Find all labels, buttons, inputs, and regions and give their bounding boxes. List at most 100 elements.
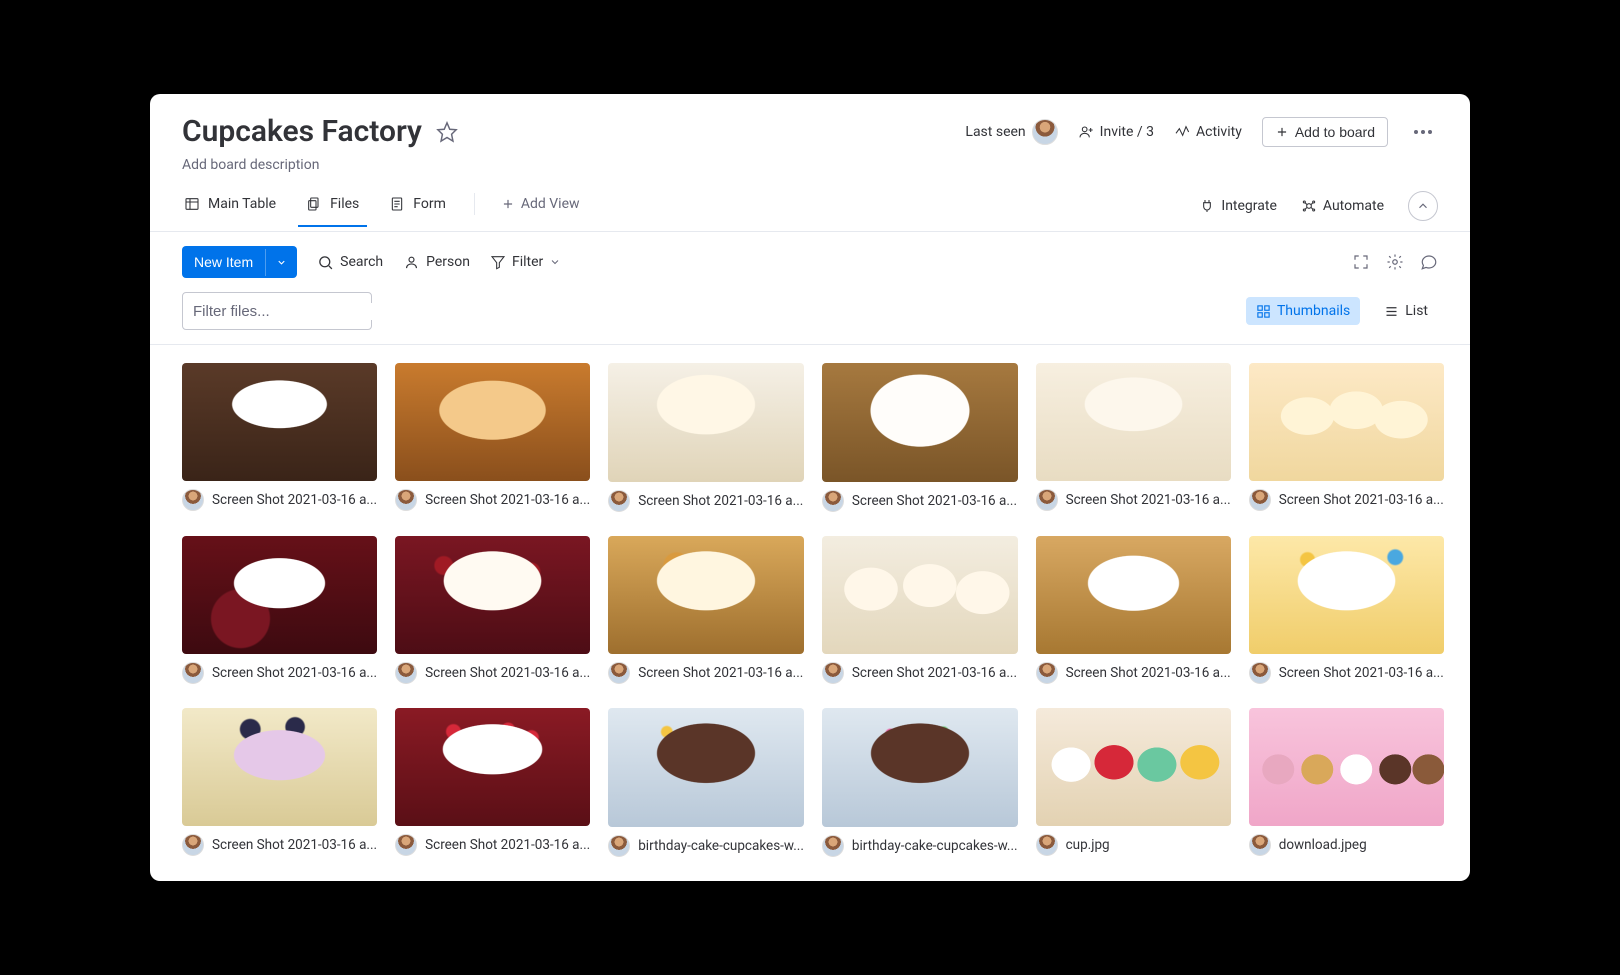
expand-icon	[1352, 253, 1370, 271]
integrate-button[interactable]: Integrate	[1199, 198, 1277, 214]
list-view-button[interactable]: List	[1374, 297, 1438, 325]
file-thumbnail[interactable]	[608, 708, 804, 826]
avatar	[608, 490, 630, 512]
avatar	[395, 662, 417, 684]
file-card[interactable]: Screen Shot 2021-03-16 a...	[395, 363, 590, 511]
activity-label: Activity	[1196, 124, 1242, 140]
header: Cupcakes Factory Last seen Invite / 3 Ac…	[150, 94, 1470, 173]
avatar	[1036, 662, 1058, 684]
file-thumbnail[interactable]	[182, 708, 377, 826]
view-tab-files[interactable]: Files	[304, 196, 361, 226]
file-card[interactable]: birthday-cake-cupcakes-w...	[822, 708, 1018, 856]
form-icon	[389, 196, 405, 212]
toolbar: New Item Search Person Filter	[150, 232, 1470, 292]
file-thumbnail[interactable]	[1036, 363, 1231, 481]
file-name: Screen Shot 2021-03-16 a...	[852, 493, 1017, 509]
file-card[interactable]: Screen Shot 2021-03-16 a...	[182, 536, 377, 684]
table-icon	[184, 196, 200, 212]
file-thumbnail[interactable]	[608, 363, 804, 481]
file-thumbnail[interactable]	[608, 536, 804, 654]
views-bar: Main Table Files Form Add View Integrate	[150, 191, 1470, 232]
activity-button[interactable]: Activity	[1174, 124, 1242, 140]
file-card[interactable]: Screen Shot 2021-03-16 a...	[182, 363, 377, 511]
file-name: Screen Shot 2021-03-16 a...	[1279, 492, 1444, 508]
star-icon[interactable]	[436, 121, 458, 143]
automate-icon	[1301, 198, 1317, 214]
file-thumbnail[interactable]	[1036, 708, 1231, 826]
file-card[interactable]: Screen Shot 2021-03-16 a...	[608, 363, 804, 511]
file-thumbnail[interactable]	[1036, 536, 1231, 654]
file-thumbnail[interactable]	[182, 363, 377, 481]
automate-button[interactable]: Automate	[1301, 198, 1384, 214]
gear-icon	[1386, 253, 1404, 271]
automate-label: Automate	[1323, 198, 1384, 214]
file-name: birthday-cake-cupcakes-w...	[638, 838, 804, 854]
search-label: Search	[340, 254, 383, 270]
expand-button[interactable]	[1352, 253, 1370, 271]
file-name: Screen Shot 2021-03-16 a...	[425, 837, 590, 853]
file-name: Screen Shot 2021-03-16 a...	[425, 665, 590, 681]
file-card[interactable]: Screen Shot 2021-03-16 a...	[822, 536, 1018, 684]
search-button[interactable]: Search	[317, 254, 383, 271]
file-card[interactable]: Screen Shot 2021-03-16 a...	[182, 708, 377, 856]
view-tab-form[interactable]: Form	[387, 196, 448, 226]
list-label: List	[1405, 303, 1428, 319]
integrate-label: Integrate	[1221, 198, 1277, 214]
file-thumbnail[interactable]	[395, 536, 590, 654]
avatar	[182, 834, 204, 856]
file-name: Screen Shot 2021-03-16 a...	[212, 837, 377, 853]
view-tab-label: Files	[330, 196, 359, 212]
filter-icon	[490, 254, 506, 270]
file-card[interactable]: download.jpeg	[1249, 708, 1444, 856]
file-name: Screen Shot 2021-03-16 a...	[1066, 492, 1231, 508]
more-menu-button[interactable]	[1408, 124, 1438, 140]
file-thumbnail[interactable]	[822, 536, 1018, 654]
file-name: Screen Shot 2021-03-16 a...	[638, 493, 803, 509]
file-thumbnail[interactable]	[822, 708, 1018, 826]
file-thumbnail[interactable]	[395, 708, 590, 826]
view-tab-label: Main Table	[208, 196, 276, 212]
avatar	[1249, 834, 1271, 856]
file-card[interactable]: Screen Shot 2021-03-16 a...	[1036, 363, 1231, 511]
add-view-button[interactable]: Add View	[501, 196, 580, 226]
comment-button[interactable]	[1420, 253, 1438, 271]
avatar	[395, 834, 417, 856]
file-card[interactable]: cup.jpg	[1036, 708, 1231, 856]
file-thumbnail[interactable]	[395, 363, 590, 481]
file-name: Screen Shot 2021-03-16 a...	[852, 665, 1017, 681]
collapse-button[interactable]	[1408, 191, 1438, 221]
file-card[interactable]: Screen Shot 2021-03-16 a...	[1036, 536, 1231, 684]
thumbnails-label: Thumbnails	[1277, 303, 1350, 319]
new-item-dropdown[interactable]	[265, 249, 297, 276]
new-item-button[interactable]: New Item	[182, 246, 297, 278]
settings-button[interactable]	[1386, 253, 1404, 271]
file-thumbnail[interactable]	[1249, 536, 1444, 654]
board-description[interactable]: Add board description	[182, 157, 1438, 173]
chevron-down-icon	[276, 257, 287, 268]
file-name: download.jpeg	[1279, 837, 1367, 853]
search-icon	[317, 254, 334, 271]
filter-files-input[interactable]	[193, 303, 392, 320]
avatar	[1036, 489, 1058, 511]
file-thumbnail[interactable]	[1249, 708, 1444, 826]
add-to-board-button[interactable]: Add to board	[1262, 117, 1388, 147]
person-filter-button[interactable]: Person	[403, 254, 470, 271]
files-icon	[306, 196, 322, 212]
filter-button[interactable]: Filter	[490, 254, 561, 270]
file-card[interactable]: Screen Shot 2021-03-16 a...	[1249, 363, 1444, 511]
view-tab-main-table[interactable]: Main Table	[182, 196, 278, 226]
file-card[interactable]: Screen Shot 2021-03-16 a...	[395, 708, 590, 856]
filter-files-input-wrap[interactable]	[182, 292, 372, 330]
file-thumbnail[interactable]	[1249, 363, 1444, 481]
file-card[interactable]: Screen Shot 2021-03-16 a...	[822, 363, 1018, 511]
invite-button[interactable]: Invite / 3	[1078, 124, 1154, 140]
file-thumbnail[interactable]	[182, 536, 377, 654]
file-card[interactable]: Screen Shot 2021-03-16 a...	[608, 536, 804, 684]
file-card[interactable]: Screen Shot 2021-03-16 a...	[1249, 536, 1444, 684]
file-thumbnail[interactable]	[822, 363, 1018, 481]
file-card[interactable]: birthday-cake-cupcakes-w...	[608, 708, 804, 856]
thumbnails-view-button[interactable]: Thumbnails	[1246, 297, 1360, 325]
last-seen[interactable]: Last seen	[965, 119, 1057, 145]
file-card[interactable]: Screen Shot 2021-03-16 a...	[395, 536, 590, 684]
avatar	[182, 662, 204, 684]
